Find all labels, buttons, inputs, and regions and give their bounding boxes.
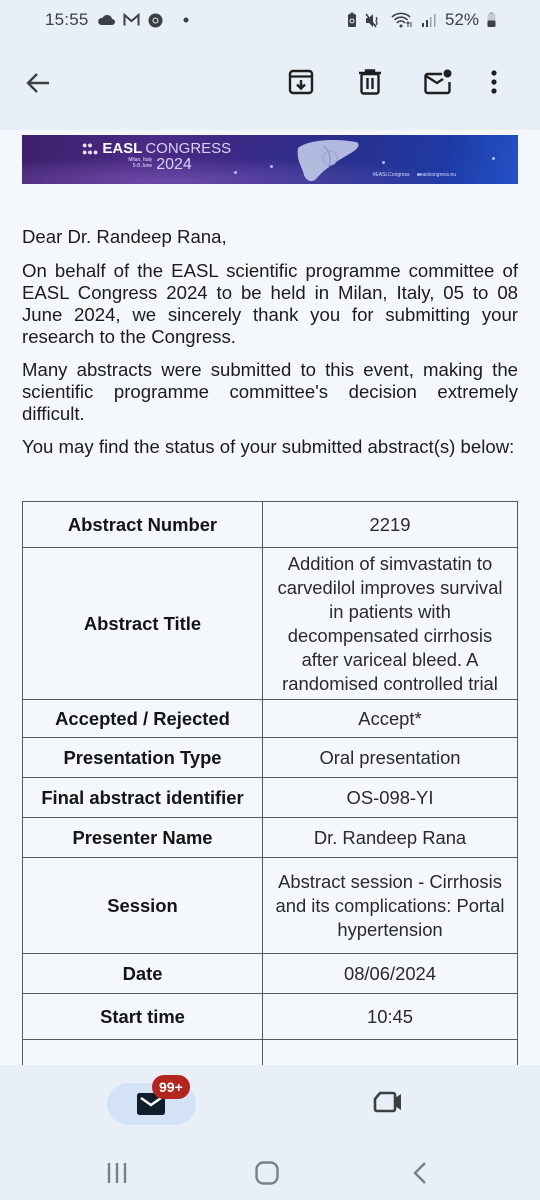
back-icon	[412, 1161, 428, 1189]
field-value	[262, 1039, 518, 1065]
field-label	[22, 1039, 263, 1065]
table-row: Abstract Title Addition of simvastatin to…	[22, 547, 518, 700]
banner-sparkle	[382, 161, 385, 164]
signal-icon	[421, 13, 437, 27]
email-paragraph: Many abstracts were submitted to this ev…	[22, 359, 518, 424]
more-vert-icon	[490, 69, 498, 100]
status-left: 15:55	[45, 10, 189, 30]
status-bar: 15:55 52%	[0, 0, 540, 40]
wifi-icon	[391, 12, 413, 28]
field-value: Addition of simvastatin to carvedilol im…	[262, 547, 518, 700]
email-toolbar	[0, 50, 540, 122]
table-row: Abstract Number 2219	[22, 501, 518, 548]
field-label: Start time	[22, 993, 263, 1040]
field-label: Accepted / Rejected	[22, 699, 263, 738]
cloud-icon	[97, 14, 115, 26]
field-value: 2219	[262, 501, 518, 548]
email-paragraph: On behalf of the EASL scientific program…	[22, 260, 518, 347]
table-row: Date 08/06/2024	[22, 953, 518, 994]
field-label: Presenter Name	[22, 817, 263, 858]
home-icon	[255, 1160, 279, 1190]
field-label: Date	[22, 953, 263, 994]
mark-unread-icon	[424, 69, 452, 100]
email-text: Dear Dr. Randeep Rana, On behalf of the …	[22, 226, 518, 469]
table-row: Final abstract identifier OS-098-YI	[22, 777, 518, 818]
delete-icon	[358, 68, 382, 100]
field-label: Abstract Title	[22, 547, 263, 700]
system-back-button[interactable]	[400, 1155, 440, 1195]
banner-sparkle	[270, 165, 273, 168]
email-paragraph: You may find the status of your submitte…	[22, 436, 515, 457]
back-button[interactable]	[18, 65, 58, 105]
archive-button[interactable]	[281, 64, 321, 104]
banner-tags: #EASLCongress easlcongress.eu	[373, 172, 456, 178]
banner-dates: 5-8 June	[132, 163, 153, 169]
recents-button[interactable]	[97, 1155, 137, 1195]
easl-logo: ●● ●●● EASL CONGRESS Milan, Italy 5-8 June …	[82, 140, 231, 173]
battery-percent: 52%	[444, 10, 479, 29]
battery-saver-icon	[347, 12, 357, 28]
back-arrow-icon	[25, 70, 51, 101]
banner-sparkle	[234, 171, 237, 174]
table-row: Start time 10:45	[22, 993, 518, 1040]
status-time: 15:55	[45, 10, 89, 29]
meet-tab[interactable]	[368, 1084, 408, 1124]
status-right: 52%	[347, 10, 496, 30]
mute-icon	[365, 13, 383, 28]
field-value: OS-098-YI	[262, 777, 518, 818]
gmail-icon	[123, 13, 140, 27]
field-value: Abstract session - Cirrhosis and its com…	[262, 857, 518, 954]
archive-icon	[288, 69, 314, 100]
email-body[interactable]: ●● ●●● EASL CONGRESS Milan, Italy 5-8 June …	[0, 130, 540, 1065]
liver-illustration	[294, 138, 360, 182]
more-options-button[interactable]	[474, 64, 514, 104]
banner-brand: EASL	[102, 140, 143, 157]
banner-sparkle	[492, 157, 495, 160]
table-row	[22, 1039, 518, 1065]
logo-dots-icon: ●● ●●●	[82, 140, 99, 157]
video-camera-icon	[373, 1090, 403, 1119]
field-value: Oral presentation	[262, 737, 518, 778]
banner-website: easlcongress.eu	[419, 172, 456, 178]
dot-icon	[183, 17, 189, 23]
chrome-icon	[148, 13, 163, 28]
field-label: Session	[22, 857, 263, 954]
banner-year: 2024	[156, 156, 192, 173]
table-row: Presenter Name Dr. Randeep Rana	[22, 817, 518, 858]
field-label: Final abstract identifier	[22, 777, 263, 818]
banner-hashtag: #EASLCongress	[372, 172, 410, 178]
mark-unread-button[interactable]	[418, 64, 458, 104]
table-row: Accepted / Rejected Accept*	[22, 699, 518, 738]
easl-congress-banner: ●● ●●● EASL CONGRESS Milan, Italy 5-8 June …	[22, 135, 518, 184]
field-label: Presentation Type	[22, 737, 263, 778]
field-value: 08/06/2024	[262, 953, 518, 994]
unread-count-badge: 99+	[152, 1075, 190, 1099]
field-value: 10:45	[262, 993, 518, 1040]
field-value: Accept*	[262, 699, 518, 738]
bottom-navigation: 99+	[0, 1065, 540, 1200]
delete-button[interactable]	[350, 64, 390, 104]
email-greeting: Dear Dr. Randeep Rana,	[22, 226, 227, 247]
field-label: Abstract Number	[22, 501, 263, 548]
battery-icon	[487, 12, 496, 28]
system-navigation-bar	[0, 1155, 540, 1195]
field-value: Dr. Randeep Rana	[262, 817, 518, 858]
home-button[interactable]	[247, 1155, 287, 1195]
recents-icon	[106, 1162, 128, 1189]
table-row: Session Abstract session - Cirrhosis and …	[22, 857, 518, 954]
abstract-status-table: Abstract Number 2219 Abstract Title Additio…	[22, 501, 518, 1065]
table-row: Presentation Type Oral presentation	[22, 737, 518, 778]
banner-event: CONGRESS	[145, 140, 232, 157]
